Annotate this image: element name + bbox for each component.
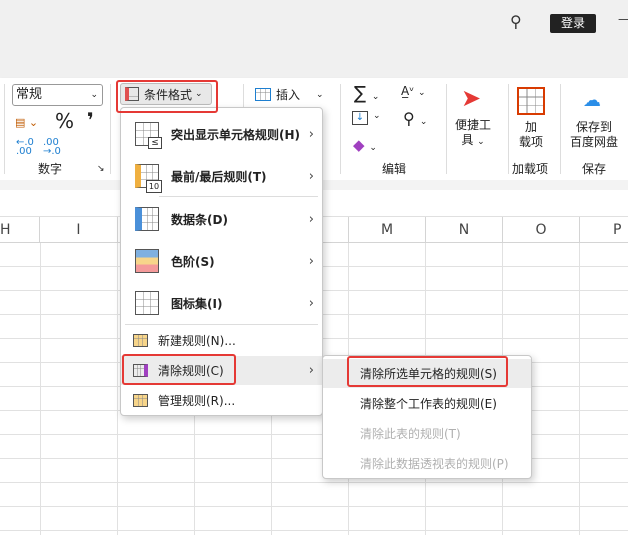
save-to-netdisk-button[interactable]: 保存到 百度网盘 xyxy=(568,120,620,150)
menu-item-top-bottom-rules[interactable]: 10 最前/最后规则(T) › xyxy=(121,156,322,196)
column-header-n[interactable]: N xyxy=(426,217,503,243)
find-icon[interactable]: ⚲ ⌄ xyxy=(403,109,427,128)
number-format-value: 常规 xyxy=(16,87,43,102)
menu-item-highlight-cells-rules[interactable]: ≤ 突出显示单元格规则(H) › xyxy=(121,114,322,154)
menu-item-label: 图标集(I) xyxy=(171,296,223,311)
quick-tools-label: 便捷工 xyxy=(455,118,492,132)
chevron-right-icon: › xyxy=(308,126,314,142)
addins-label: 加 xyxy=(524,120,537,134)
autosum-icon[interactable]: ∑ ⌄ xyxy=(354,83,379,104)
column-header-h[interactable]: H xyxy=(0,217,40,243)
dialog-launcher-icon[interactable]: ↘ xyxy=(97,164,105,174)
column-header-o[interactable]: O xyxy=(503,217,580,243)
submenu-item-label: 清除此数据透视表的规则(P) xyxy=(360,457,509,471)
divider xyxy=(446,84,447,174)
menu-item-new-rule[interactable]: 新建规则(N)... xyxy=(121,326,322,354)
number-format-select[interactable]: 常规 ⌄ xyxy=(12,84,103,106)
insert-label: 插入 xyxy=(276,88,301,102)
top-bottom-rules-icon: 10 xyxy=(135,164,162,193)
highlight-box-clear-selected xyxy=(347,356,508,387)
column-header-i[interactable]: I xyxy=(40,217,118,243)
submenu-item-clear-pivot-table: 清除此数据透视表的规则(P) xyxy=(323,449,531,478)
baidu-netdisk-icon: ☁ xyxy=(583,90,601,111)
addins-button[interactable]: 加载项 xyxy=(516,120,546,150)
chevron-right-icon: › xyxy=(308,253,314,269)
quick-tools-icon: ➤ xyxy=(461,84,482,112)
menu-item-manage-rules[interactable]: 管理规则(R)... xyxy=(121,386,322,414)
save-label-2: 百度网盘 xyxy=(569,135,618,149)
icon-badge: 10 xyxy=(146,180,162,193)
data-bars-icon xyxy=(135,207,159,231)
menu-item-label: 最前/最后规则(T) xyxy=(171,169,267,184)
addins-icon xyxy=(517,87,545,115)
icon-badge: ≤ xyxy=(148,137,162,149)
new-rule-icon xyxy=(133,333,148,347)
comma-style-button[interactable]: ❜ xyxy=(87,108,94,132)
chevron-right-icon: › xyxy=(308,363,314,378)
column-header-p[interactable]: P xyxy=(580,217,628,243)
divider xyxy=(340,84,341,174)
clear-eraser-icon[interactable]: ◆ ⌄ xyxy=(353,136,377,154)
color-scales-icon xyxy=(135,249,159,273)
sort-filter-icon[interactable]: A̲ᵛ ⌄ xyxy=(401,84,426,98)
menu-separator xyxy=(159,196,318,197)
chevron-down-icon: ⌄ xyxy=(90,90,98,100)
highlight-box-clear-rules xyxy=(122,354,236,385)
menu-item-data-bars[interactable]: 数据条(D) › xyxy=(121,199,322,239)
chevron-right-icon: › xyxy=(308,295,314,311)
icon-sets-icon xyxy=(135,291,159,315)
number-group-label: 数字 xyxy=(38,162,63,176)
currency-format-icon[interactable]: ▤ ⌄ xyxy=(15,116,38,129)
save-label: 保存到 xyxy=(575,120,612,134)
column-header-m[interactable]: M xyxy=(349,217,426,243)
chevron-right-icon: › xyxy=(308,211,314,227)
save-group-label: 保存 xyxy=(582,162,607,176)
edit-group-label: 编辑 xyxy=(382,162,407,176)
divider xyxy=(508,84,509,174)
submenu-item-clear-entire-sheet[interactable]: 清除整个工作表的规则(E) xyxy=(323,389,531,418)
menu-item-label: 数据条(D) xyxy=(171,212,228,227)
highlight-rules-icon: ≤ xyxy=(135,122,162,149)
menu-item-icon-sets[interactable]: 图标集(I) › xyxy=(121,283,322,323)
menu-item-label: 新建规则(N)... xyxy=(158,333,236,348)
title-bar: ⚲ 登录 — xyxy=(0,0,628,78)
submenu-item-label: 清除整个工作表的规则(E) xyxy=(360,397,497,411)
login-button[interactable]: 登录 xyxy=(550,14,596,33)
chevron-right-icon: › xyxy=(308,168,314,184)
menu-separator xyxy=(125,324,318,325)
menu-item-label: 色阶(S) xyxy=(171,254,215,269)
addins-group-label: 加载项 xyxy=(512,162,549,176)
divider xyxy=(110,84,111,174)
percent-button[interactable]: % xyxy=(55,109,74,133)
decrease-decimal-button[interactable]: .00 →.0 xyxy=(43,138,67,157)
addins-label-2: 载项 xyxy=(518,135,543,149)
quick-tools-button[interactable]: 便捷工具 ⌄ xyxy=(455,118,491,150)
fill-icon[interactable]: ↓ xyxy=(352,111,368,125)
highlight-box-conditional-format xyxy=(116,80,218,113)
menu-item-label: 突出显示单元格规则(H) xyxy=(171,127,301,142)
divider xyxy=(4,84,5,174)
insert-cells-icon xyxy=(255,88,271,101)
search-icon[interactable]: ⚲ xyxy=(510,12,522,31)
insert-button[interactable]: 插入 ⌄ xyxy=(255,86,324,103)
submenu-item-clear-this-table: 清除此表的规则(T) xyxy=(323,419,531,448)
quick-tools-label-2: 具 xyxy=(461,133,474,147)
divider xyxy=(560,84,561,174)
overflow-icon[interactable]: — xyxy=(618,12,628,26)
menu-item-label: 管理规则(R)... xyxy=(158,393,236,408)
increase-decimal-button[interactable]: ←.0 .00 xyxy=(16,138,40,157)
submenu-item-label: 清除此表的规则(T) xyxy=(360,427,461,441)
menu-item-color-scales[interactable]: 色阶(S) › xyxy=(121,241,322,281)
chevron-down-icon: ⌄ xyxy=(373,111,381,121)
chevron-down-icon: ⌄ xyxy=(316,89,324,100)
manage-rules-icon xyxy=(133,393,148,407)
